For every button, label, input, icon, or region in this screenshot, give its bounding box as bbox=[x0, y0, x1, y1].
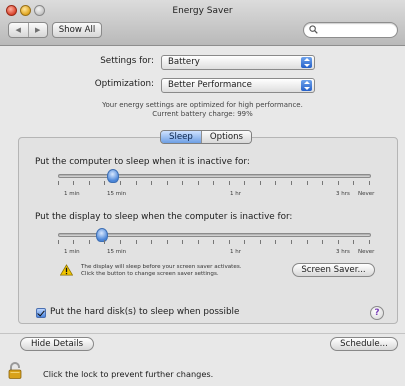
tab-bar: Sleep Options bbox=[160, 130, 253, 144]
scale-label-3hrs: 3 hrs bbox=[336, 191, 350, 197]
settings-for-label: Settings for: bbox=[100, 56, 154, 66]
slider-tick bbox=[120, 181, 121, 185]
search-input[interactable] bbox=[303, 22, 398, 38]
hard-disk-label[interactable]: Put the hard disk(s) to sleep when possi… bbox=[50, 307, 239, 317]
scale-label-15min: 15 min bbox=[107, 191, 127, 197]
display-sleep-slider-thumb[interactable] bbox=[96, 228, 108, 242]
search-icon bbox=[309, 25, 318, 34]
warning-line-1: The display will sleep before your scree… bbox=[81, 264, 242, 270]
slider-tick bbox=[89, 240, 90, 244]
scale-label-1min: 1 min bbox=[64, 249, 80, 255]
slider-tick bbox=[353, 181, 354, 185]
show-all-button[interactable]: Show All bbox=[52, 22, 102, 38]
screen-saver-button[interactable]: Screen Saver... bbox=[292, 263, 375, 277]
slider-tick bbox=[120, 240, 121, 244]
scale-label-1hr: 1 hr bbox=[230, 249, 241, 255]
slider-tick bbox=[151, 240, 152, 244]
slider-tick bbox=[104, 181, 105, 185]
titlebar: Energy Saver ◀ ▶ Show All bbox=[0, 0, 405, 46]
slider-tick bbox=[136, 181, 137, 185]
optimization-label: Optimization: bbox=[94, 79, 154, 89]
slider-tick bbox=[322, 181, 323, 185]
slider-tick bbox=[369, 240, 370, 244]
settings-for-value: Battery bbox=[168, 57, 200, 67]
tab-sleep[interactable]: Sleep bbox=[161, 131, 201, 143]
scale-label-never: Never bbox=[358, 249, 375, 255]
scale-label-3hrs: 3 hrs bbox=[336, 249, 350, 255]
window-title: Energy Saver bbox=[172, 6, 233, 16]
slider-tick bbox=[89, 181, 90, 185]
slider-tick bbox=[73, 181, 74, 185]
lock-icon[interactable] bbox=[8, 362, 22, 379]
slider-tick bbox=[244, 181, 245, 185]
slider-tick bbox=[353, 240, 354, 244]
forward-button[interactable]: ▶ bbox=[27, 23, 48, 37]
slider-tick bbox=[229, 240, 230, 244]
separator bbox=[0, 333, 405, 334]
slider-tick bbox=[182, 240, 183, 244]
slider-tick bbox=[58, 240, 59, 244]
back-forward-control: ◀ ▶ bbox=[8, 22, 48, 38]
scale-label-1hr: 1 hr bbox=[230, 191, 241, 197]
info-line-1: Your energy settings are optimized for h… bbox=[102, 101, 303, 109]
slider-tick bbox=[213, 240, 214, 244]
slider-tick bbox=[369, 181, 370, 185]
slider-tick bbox=[275, 240, 276, 244]
slider-tick bbox=[229, 181, 230, 185]
slider-tick bbox=[73, 240, 74, 244]
warning-text: The display will sleep before your scree… bbox=[81, 264, 242, 278]
slider-tick bbox=[198, 240, 199, 244]
popup-arrows-icon bbox=[301, 80, 312, 91]
slider-tick bbox=[136, 240, 137, 244]
scale-label-never: Never bbox=[358, 191, 375, 197]
schedule-button[interactable]: Schedule... bbox=[330, 337, 398, 351]
display-sleep-label: Put the display to sleep when the comput… bbox=[35, 212, 293, 222]
back-button[interactable]: ◀ bbox=[9, 23, 28, 37]
slider-tick bbox=[104, 240, 105, 244]
slider-tick bbox=[182, 181, 183, 185]
settings-for-popup[interactable]: Battery bbox=[161, 55, 315, 70]
optimization-value: Better Performance bbox=[168, 80, 252, 90]
info-line-2: Current battery charge: 99% bbox=[152, 110, 253, 118]
help-icon[interactable]: ? bbox=[370, 306, 384, 320]
slider-tick bbox=[291, 181, 292, 185]
scale-label-1min: 1 min bbox=[64, 191, 80, 197]
slider-tick bbox=[291, 240, 292, 244]
hide-details-button[interactable]: Hide Details bbox=[20, 337, 94, 351]
scale-label-15min: 15 min bbox=[107, 249, 127, 255]
slider-tick bbox=[167, 240, 168, 244]
slider-tick bbox=[307, 181, 308, 185]
warning-icon bbox=[60, 264, 73, 276]
slider-tick bbox=[260, 240, 261, 244]
optimization-popup[interactable]: Better Performance bbox=[161, 78, 315, 93]
computer-sleep-slider[interactable] bbox=[58, 174, 371, 178]
computer-sleep-slider-thumb[interactable] bbox=[107, 169, 119, 183]
slider-tick bbox=[338, 181, 339, 185]
energy-saver-window: Energy Saver ◀ ▶ Show All Settings for: … bbox=[0, 0, 405, 386]
slider-tick bbox=[167, 181, 168, 185]
slider-tick bbox=[275, 181, 276, 185]
slider-tick bbox=[260, 181, 261, 185]
slider-tick bbox=[151, 181, 152, 185]
lock-text: Click the lock to prevent further change… bbox=[43, 369, 214, 379]
popup-arrows-icon bbox=[301, 57, 312, 68]
slider-tick bbox=[213, 181, 214, 185]
slider-tick bbox=[307, 240, 308, 244]
slider-tick bbox=[322, 240, 323, 244]
warning-line-2: Click the button to change screen saver … bbox=[81, 271, 219, 277]
tab-options[interactable]: Options bbox=[200, 131, 252, 143]
hard-disk-checkbox[interactable] bbox=[36, 308, 46, 318]
slider-tick bbox=[244, 240, 245, 244]
slider-tick bbox=[198, 181, 199, 185]
computer-sleep-label: Put the computer to sleep when it is ina… bbox=[35, 157, 250, 167]
slider-tick bbox=[58, 181, 59, 185]
slider-tick bbox=[338, 240, 339, 244]
